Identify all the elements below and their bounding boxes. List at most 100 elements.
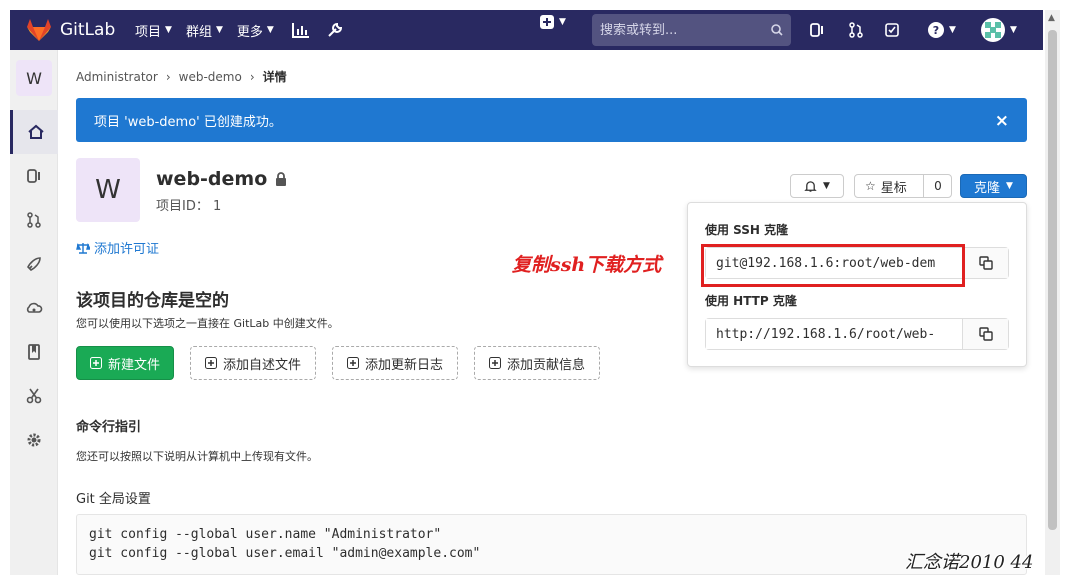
- search-icon: [771, 24, 783, 36]
- gitlab-fox-icon: [27, 19, 51, 41]
- chevron-down-icon: ▼: [1006, 181, 1013, 191]
- lock-icon: [276, 172, 287, 186]
- home-icon: [27, 124, 44, 139]
- merge-request-icon: [27, 212, 41, 228]
- activity-chart-icon[interactable]: [286, 15, 316, 45]
- project-title: web-demo: [156, 168, 287, 190]
- copy-icon: [978, 256, 993, 270]
- add-license-label: 添加许可证: [94, 242, 160, 257]
- sidebar-item-operations[interactable]: [10, 286, 58, 330]
- menu-more[interactable]: 更多 ▼: [237, 21, 274, 40]
- chevron-down-icon: ▼: [215, 25, 223, 35]
- plus-square-icon: [204, 357, 217, 369]
- issues-icon[interactable]: [802, 15, 832, 45]
- chevron-down-icon: ▼: [949, 25, 956, 35]
- close-icon[interactable]: ×: [995, 111, 1009, 131]
- clone-button[interactable]: 克隆 ▼: [960, 174, 1027, 198]
- menu-groups-label: 群组: [185, 24, 212, 40]
- add-contributing-button[interactable]: 添加贡献信息: [474, 346, 600, 380]
- project-sidebar: W: [10, 50, 58, 575]
- add-changelog-label: 添加更新日志: [364, 357, 443, 373]
- chevron-right-icon: ›: [249, 69, 255, 84]
- add-license-link[interactable]: 添加许可证: [76, 238, 159, 257]
- add-readme-button[interactable]: 添加自述文件: [190, 346, 316, 380]
- breadcrumb: Administrator › web-demo › 详情: [76, 68, 287, 85]
- scissors-icon: [26, 388, 42, 404]
- sidebar-item-settings[interactable]: [10, 418, 58, 462]
- book-icon: [28, 344, 40, 360]
- copy-ssh-button[interactable]: [962, 248, 1008, 278]
- svg-text:?: ?: [933, 24, 939, 37]
- breadcrumb-owner[interactable]: Administrator: [76, 70, 158, 84]
- ssh-clone-label: 使用 SSH 克隆: [705, 223, 789, 237]
- search-input[interactable]: [600, 22, 771, 38]
- help-menu[interactable]: ? ▼: [920, 15, 964, 45]
- notification-button[interactable]: ▼: [790, 174, 844, 198]
- user-menu[interactable]: ▼: [976, 15, 1022, 45]
- plus-square-icon: [488, 357, 501, 369]
- project-avatar: W: [76, 158, 140, 222]
- sidebar-item-home[interactable]: [10, 110, 58, 154]
- app-window: GitLab 项目 ▼ 群组 ▼ 更多 ▼ ▼ 搜索或转到... ? ▼ ▼ W…: [0, 0, 1070, 582]
- chevron-down-icon: ▼: [266, 25, 274, 35]
- help-question-icon: ?: [928, 22, 945, 38]
- new-item-button[interactable]: ▼: [540, 15, 566, 29]
- menu-groups[interactable]: 群组 ▼: [186, 21, 223, 40]
- copy-icon: [978, 327, 993, 341]
- sidebar-item-wiki[interactable]: [10, 330, 58, 374]
- git-global-title: Git 全局设置: [76, 492, 151, 507]
- cli-title: 命令行指引: [76, 420, 142, 435]
- scroll-up-icon[interactable]: ▲: [1048, 13, 1055, 23]
- breadcrumb-project[interactable]: web-demo: [179, 70, 242, 84]
- chevron-down-icon: ▼: [823, 181, 830, 191]
- watermark: 汇念诺2010 44: [905, 552, 1034, 573]
- success-alert: 项目 'web-demo' 已创建成功。 ×: [76, 98, 1027, 142]
- cloud-gear-icon: [26, 302, 43, 313]
- sidebar-item-issues[interactable]: [10, 154, 58, 198]
- http-clone-field: [705, 318, 1009, 350]
- code-line: git config --global user.email "admin@ex…: [89, 546, 481, 561]
- scale-icon: [76, 242, 90, 254]
- todo-check-icon[interactable]: [877, 15, 907, 45]
- chevron-down-icon: ▼: [165, 25, 172, 35]
- gear-icon: [27, 433, 41, 447]
- add-readme-label: 添加自述文件: [222, 357, 301, 373]
- vertical-scrollbar[interactable]: ▲: [1045, 10, 1060, 575]
- gitlab-logo[interactable]: GitLab: [26, 18, 121, 42]
- new-file-label: 新建文件: [107, 357, 160, 373]
- scrollbar-thumb[interactable]: [1048, 30, 1057, 530]
- code-line: git config --global user.name "Administr…: [89, 527, 442, 542]
- chevron-right-icon: ›: [165, 69, 171, 84]
- menu-projects-label: 项目: [135, 24, 162, 40]
- search-box[interactable]: [592, 14, 791, 46]
- cli-subtitle: 您还可以按照以下说明从计算机中上传现有文件。: [76, 450, 318, 463]
- sidebar-item-merge-requests[interactable]: [10, 198, 58, 242]
- http-url-input[interactable]: [706, 319, 962, 349]
- git-config-code-block[interactable]: git config --global user.name "Administr…: [76, 514, 1027, 575]
- avatar: [981, 18, 1006, 42]
- sidebar-item-ci-cd[interactable]: [10, 242, 58, 286]
- empty-repo-subtitle: 您可以使用以下选项之一直接在 GitLab 中创建文件。: [76, 317, 339, 330]
- sidebar-project-avatar[interactable]: W: [16, 60, 52, 96]
- admin-wrench-icon[interactable]: [320, 15, 350, 45]
- annotation-text: 复制ssh下载方式: [512, 254, 662, 276]
- star-count: 0: [923, 175, 952, 197]
- clone-label: 克隆: [974, 180, 1001, 196]
- bell-icon: [804, 180, 817, 192]
- main-content: Administrator › web-demo › 详情 项目 'web-de…: [58, 50, 1045, 575]
- http-clone-label: 使用 HTTP 克隆: [705, 294, 797, 308]
- copy-http-button[interactable]: [962, 319, 1008, 349]
- add-changelog-button[interactable]: 添加更新日志: [332, 346, 458, 380]
- menu-projects[interactable]: 项目 ▼: [135, 21, 172, 40]
- project-id: 项目ID： 1: [156, 199, 222, 214]
- annotation-highlight-box: [701, 244, 965, 287]
- plus-square-icon: [540, 15, 554, 29]
- new-file-button[interactable]: 新建文件: [76, 346, 174, 380]
- merge-request-icon[interactable]: [841, 15, 871, 45]
- star-label: 星标: [880, 180, 907, 196]
- sidebar-item-snippets[interactable]: [10, 374, 58, 418]
- empty-repo-title: 该项目的仓库是空的: [76, 291, 229, 311]
- rocket-icon: [27, 257, 41, 271]
- star-button[interactable]: ☆ 星标 0: [854, 174, 952, 198]
- add-contributing-label: 添加贡献信息: [506, 357, 585, 373]
